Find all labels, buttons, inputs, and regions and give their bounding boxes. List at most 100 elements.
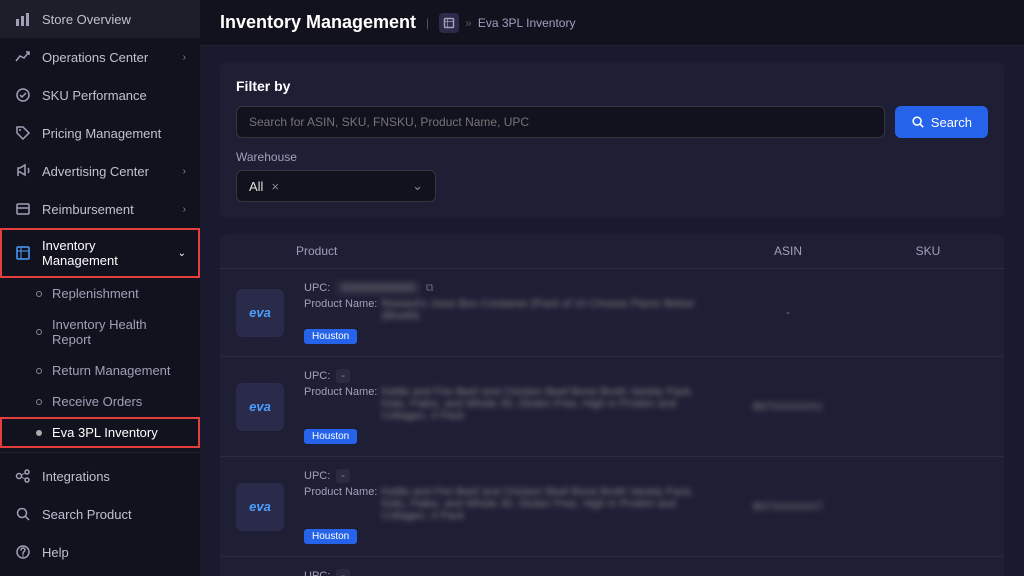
subitem-label: Eva 3PL Inventory (52, 425, 158, 440)
upc-line: UPC: - (304, 469, 700, 483)
sidebar-item-label: Reimbursement (42, 202, 173, 217)
subitem-label: Replenishment (52, 286, 139, 301)
sidebar-item-help[interactable]: Help (0, 533, 200, 571)
upc-line: UPC: - (304, 369, 700, 383)
breadcrumb: » Eva 3PL Inventory (439, 13, 575, 33)
help-icon (14, 543, 32, 561)
dot-icon (36, 399, 42, 405)
sidebar-item-label: SKU Performance (42, 88, 186, 103)
eva-logo: eva (249, 499, 271, 514)
location-badge: Houston (304, 529, 357, 544)
product-name-value: Kettle and Fire Beef and Chicken Beef Bo… (381, 386, 700, 422)
location-badge: Houston (304, 329, 357, 344)
sidebar-subitem-replenishment[interactable]: Replenishment (0, 278, 200, 309)
upc-line: UPC: - (304, 569, 700, 576)
dot-icon (36, 291, 42, 297)
sidebar-item-operations-center[interactable]: Operations Center › (0, 38, 200, 76)
sidebar-item-label: Inventory Management (42, 238, 168, 268)
search-row: Search (236, 106, 988, 138)
product-thumbnail: eva (236, 483, 284, 531)
product-thumbnail: eva (236, 383, 284, 431)
sidebar-subitem-eva-3pl-inventory[interactable]: Eva 3PL Inventory (0, 417, 200, 448)
asin-value: B07XXXXXX1 (708, 401, 868, 413)
filter-title: Filter by (236, 78, 988, 94)
eva-logo: eva (249, 399, 271, 414)
table-row: eva UPC: - Product Name: Kettle and Fire… (220, 557, 1004, 576)
sidebar-subitem-receive-orders[interactable]: Receive Orders (0, 386, 200, 417)
trending-icon (14, 48, 32, 66)
chevron-right-icon: › (183, 166, 186, 177)
chevron-down-icon: ⌄ (178, 248, 186, 259)
sidebar-subitem-inventory-health-report[interactable]: Inventory Health Report (0, 309, 200, 355)
product-name-line: Product Name: Kettle and Fire Beef and C… (304, 486, 700, 522)
sidebar-item-reimbursement[interactable]: Reimbursement › (0, 190, 200, 228)
product-name-value: Kettle and Fire Beef and Chicken Beef Bo… (381, 486, 700, 522)
sidebar-item-pricing-management[interactable]: Pricing Management (0, 114, 200, 152)
integrations-icon (14, 467, 32, 485)
table-row: eva UPC: - Product Name: Kettle and Fire… (220, 457, 1004, 557)
sidebar-item-store-overview[interactable]: Store Overview (0, 0, 200, 38)
col-header-thumb (236, 244, 296, 258)
asin-value: B07XXXXXX7 (708, 501, 868, 513)
sidebar-item-label: Advertising Center (42, 164, 173, 179)
sidebar-subitem-return-management[interactable]: Return Management (0, 355, 200, 386)
sidebar-item-label: Help (42, 545, 186, 560)
product-name-label: Product Name: (304, 486, 377, 522)
sidebar-item-integrations[interactable]: Integrations (0, 457, 200, 495)
chart-icon (14, 10, 32, 28)
content-area: Filter by Search Warehouse All × ⌄ (200, 46, 1024, 576)
upc-label: UPC: (304, 282, 330, 294)
chevron-down-icon: ⌄ (412, 178, 423, 194)
sidebar-item-search-product[interactable]: Search Product (0, 495, 200, 533)
col-header-asin: ASIN (708, 244, 868, 258)
col-header-sku: SKU (868, 244, 988, 258)
warehouse-clear-button[interactable]: × (271, 179, 279, 194)
page-title: Inventory Management (220, 12, 416, 33)
filter-box: Filter by Search Warehouse All × ⌄ (220, 62, 1004, 218)
product-name-value: Reward's Juice Box Container [Pack of 10… (381, 298, 700, 322)
upc-value: - (336, 469, 350, 483)
warehouse-value: All (249, 179, 263, 194)
upc-label: UPC: (304, 470, 330, 482)
product-info: UPC: XXXXXXXXXX ⧉ Product Name: Reward's… (296, 281, 708, 344)
reimbursement-icon (14, 200, 32, 218)
sidebar-item-label: Pricing Management (42, 126, 186, 141)
copy-icon[interactable]: ⧉ (426, 282, 434, 295)
dot-icon (36, 368, 42, 374)
table-header: Product ASIN SKU (220, 234, 1004, 269)
breadcrumb-icon (439, 13, 459, 33)
breadcrumb-separator: » (465, 16, 472, 30)
sidebar-item-label: Integrations (42, 469, 186, 484)
warehouse-select[interactable]: All × ⌄ (236, 170, 436, 202)
warehouse-label: Warehouse (236, 150, 988, 164)
location-badge: Houston (304, 429, 357, 444)
product-table: Product ASIN SKU eva UPC: XXXXXXXXXX ⧉ P… (220, 234, 1004, 576)
inventory-icon (14, 244, 32, 262)
subitem-label: Receive Orders (52, 394, 142, 409)
table-row: eva UPC: XXXXXXXXXX ⧉ Product Name: Rewa… (220, 269, 1004, 357)
upc-label: UPC: (304, 570, 330, 576)
col-header-product: Product (296, 244, 708, 258)
sidebar-item-sku-performance[interactable]: SKU Performance (0, 76, 200, 114)
sidebar: Store Overview Operations Center › SKU P… (0, 0, 200, 576)
search-button[interactable]: Search (895, 106, 988, 138)
header-divider: | (426, 16, 429, 30)
sku-icon (14, 86, 32, 104)
sidebar-item-label: Store Overview (42, 12, 186, 27)
subitem-label: Return Management (52, 363, 171, 378)
table-row: eva UPC: - Product Name: Kettle and Fire… (220, 357, 1004, 457)
eva-logo: eva (249, 305, 271, 320)
upc-value: - (336, 569, 350, 576)
chevron-right-icon: › (183, 52, 186, 63)
asin-value: - (708, 307, 868, 319)
search-input[interactable] (236, 106, 885, 138)
breadcrumb-text: Eva 3PL Inventory (478, 16, 576, 30)
product-name-line: Product Name: Reward's Juice Box Contain… (304, 298, 700, 322)
search-product-icon (14, 505, 32, 523)
product-name-line: Product Name: Kettle and Fire Beef and C… (304, 386, 700, 422)
sidebar-item-inventory-management[interactable]: Inventory Management ⌄ (0, 228, 200, 278)
sidebar-item-advertising-center[interactable]: Advertising Center › (0, 152, 200, 190)
sidebar-item-label: Search Product (42, 507, 186, 522)
upc-value: XXXXXXXXXX (336, 281, 419, 295)
divider (0, 452, 200, 453)
